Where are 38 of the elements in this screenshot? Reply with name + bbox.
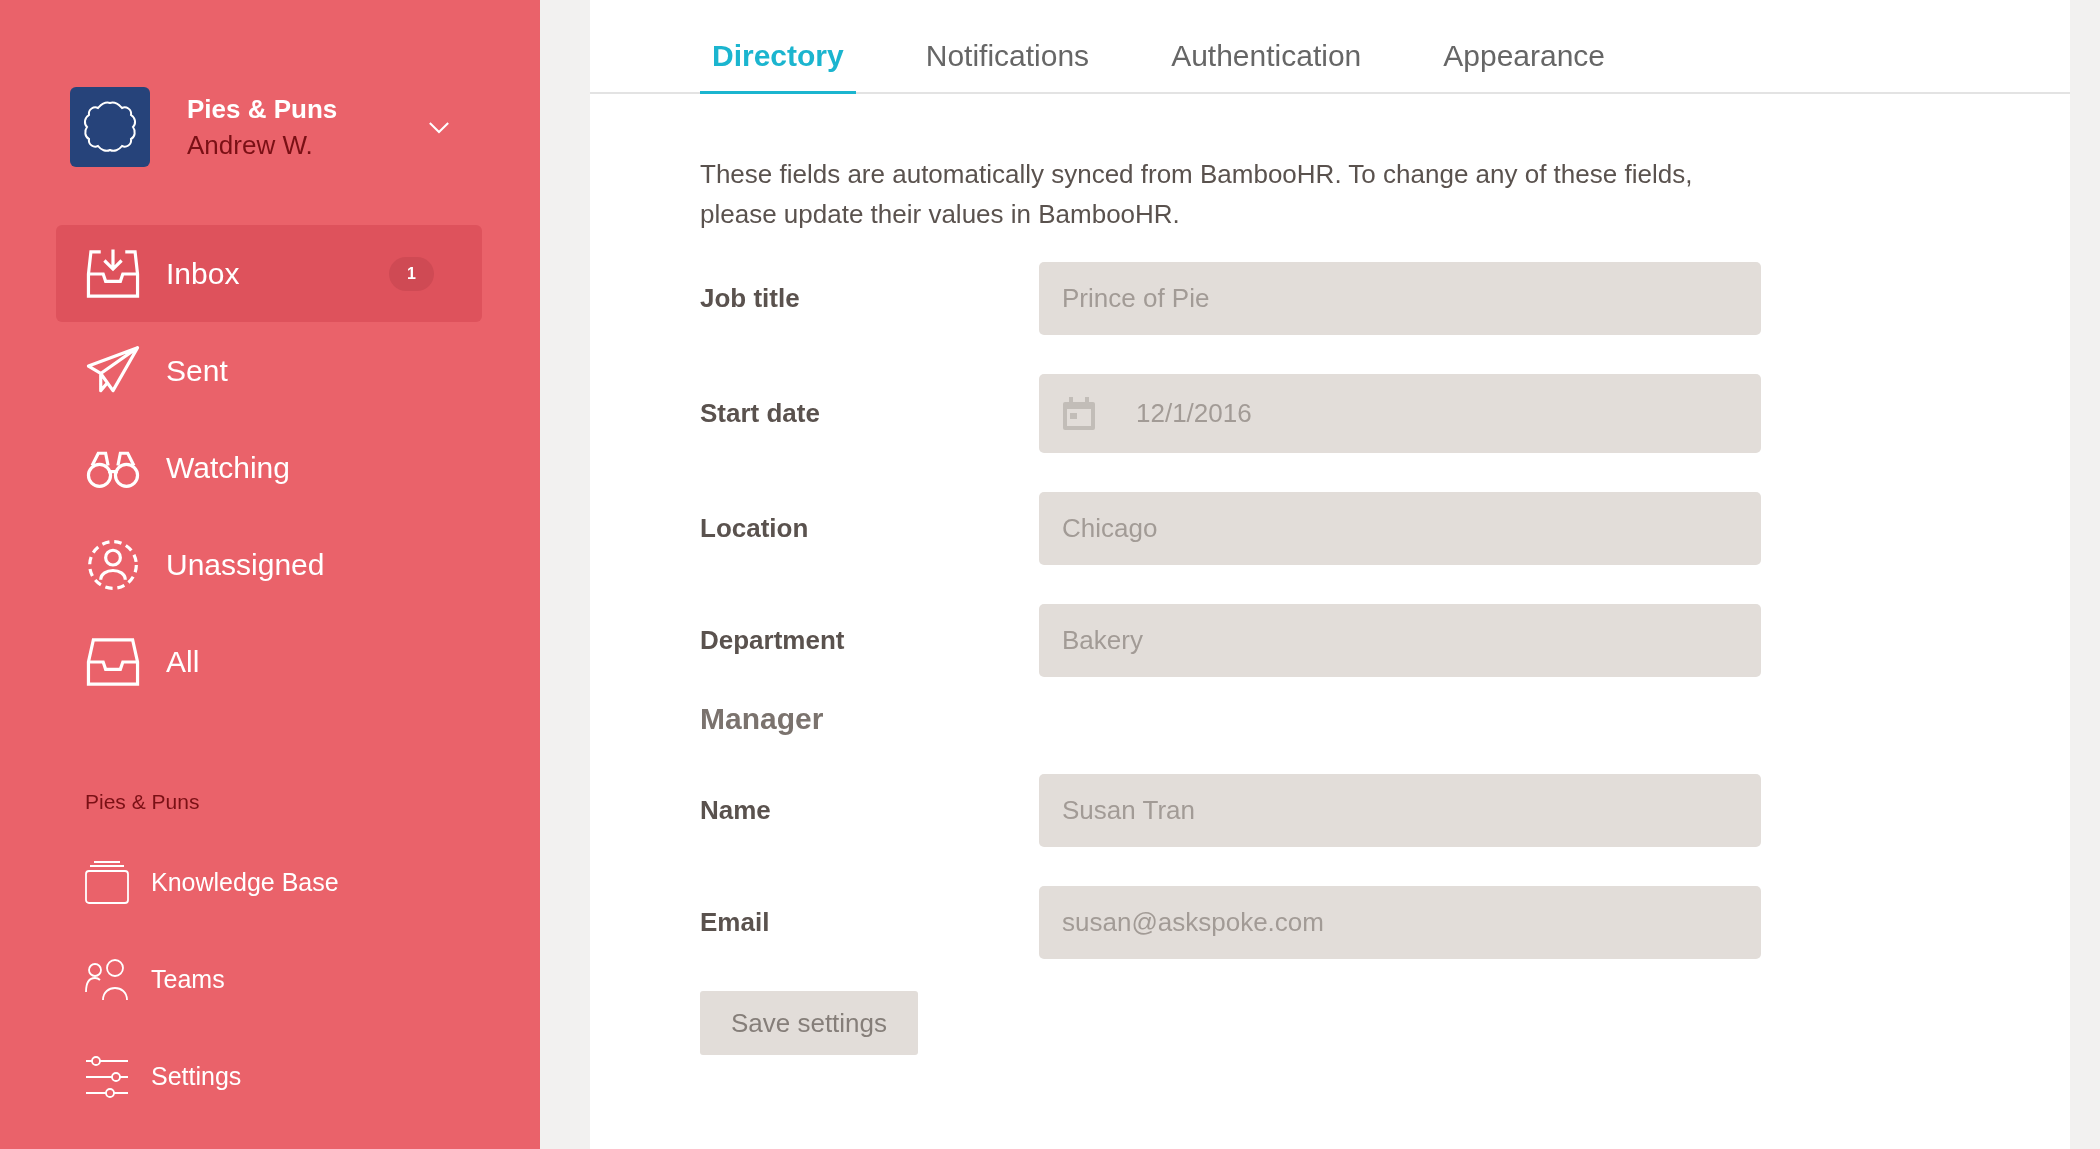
nav-item[interactable]: Sent <box>56 322 482 419</box>
nav-item[interactable]: Teams <box>56 931 482 1028</box>
tab[interactable]: Appearance <box>1431 39 1618 94</box>
nav-item[interactable]: Watching <box>56 419 482 516</box>
nav-item[interactable]: Unassigned <box>56 516 482 613</box>
section-heading: Manager <box>700 702 825 736</box>
input-field[interactable]: Chicago <box>1039 492 1761 565</box>
field-label: Name <box>700 795 772 826</box>
input-field[interactable]: Prince of Pie <box>1039 262 1761 335</box>
tab[interactable]: Authentication <box>1159 39 1374 94</box>
inbox-icon <box>84 246 142 301</box>
date-field[interactable]: 12/1/2016 <box>1039 374 1761 453</box>
section-heading: Pies & Puns <box>85 790 201 814</box>
field-label: Department <box>700 625 846 656</box>
count-badge: 1 <box>389 256 434 291</box>
people-icon <box>85 957 129 1002</box>
tab[interactable]: Directory <box>700 39 856 94</box>
organization-name: Pies & Puns <box>187 93 339 126</box>
input-field[interactable]: Susan Tran <box>1039 774 1761 847</box>
input-field[interactable]: Bakery <box>1039 604 1761 677</box>
save-settings-button[interactable]: Save settings <box>700 991 918 1055</box>
field-label: Job title <box>700 283 801 314</box>
input-field[interactable]: susan@askspoke.com <box>1039 886 1761 959</box>
field-label: Email <box>700 907 771 938</box>
calendar-icon <box>1062 396 1096 431</box>
sliders-icon <box>85 1054 129 1099</box>
flower-logo-icon <box>70 87 150 167</box>
nav-item[interactable]: Knowledge Base <box>56 834 482 931</box>
tab[interactable]: Notifications <box>913 39 1102 94</box>
user-name: Andrew W. <box>187 129 314 162</box>
field-label: Start date <box>700 398 821 429</box>
chevron-down-icon[interactable] <box>428 120 450 134</box>
nav-item[interactable]: All <box>56 613 482 710</box>
nav-item[interactable]: Settings <box>56 1028 482 1125</box>
nav-item[interactable]: Inbox 1 <box>56 225 482 322</box>
intro-text: These fields are automatically synced from BambooHR. To change any of these fields, please update their values in BambooHR. <box>700 158 1694 231</box>
stack-icon <box>85 860 129 905</box>
field-label: Location <box>700 513 810 544</box>
